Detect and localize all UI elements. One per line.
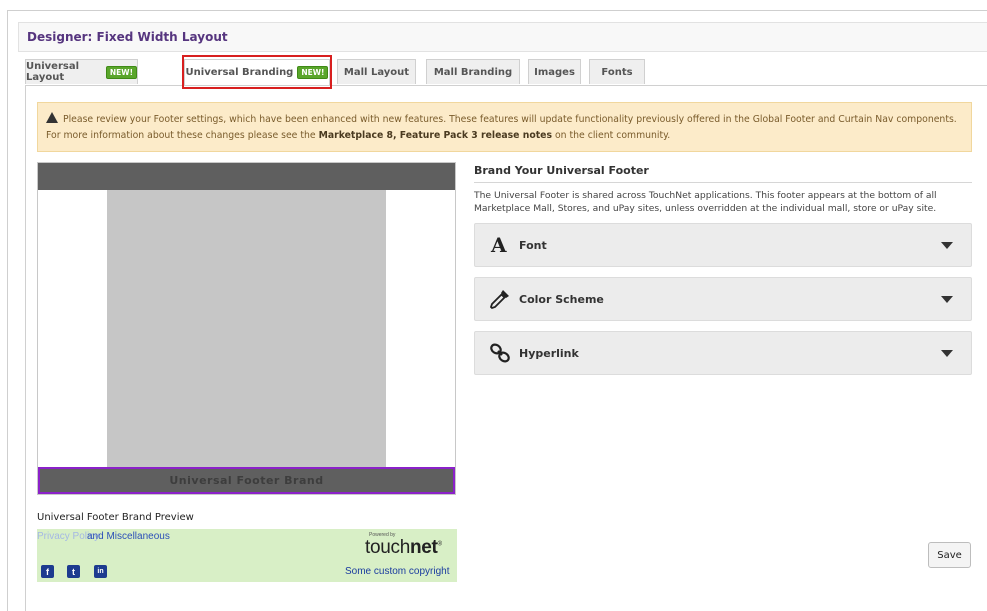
chevron-down-icon [941,350,953,357]
logo-part-net: net [409,537,438,558]
page-title: Designer: Fixed Width Layout [27,30,228,44]
footer-settings-alert: Please review your Footer settings, whic… [37,102,972,152]
designer-header: Designer: Fixed Width Layout [18,22,987,52]
logo-part-touch: touch [365,537,410,558]
tab-fonts[interactable]: Fonts [589,59,645,84]
tab-mall-layout[interactable]: Mall Layout [337,59,416,84]
touchnet-logo: touchnet® [365,537,442,559]
release-notes-link[interactable]: Marketplace 8, Feature Pack 3 release no… [319,130,552,141]
color-scheme-section-toggle[interactable]: Color Scheme [474,277,972,321]
linkedin-icon[interactable]: in [94,565,107,578]
chevron-down-icon [941,296,953,303]
font-icon: A [487,235,513,255]
section-label: Hyperlink [519,346,579,360]
frame-border-top [7,10,987,11]
preview-header-bar [38,163,455,190]
save-button[interactable]: Save [928,542,971,568]
hyperlink-section-toggle[interactable]: Hyperlink [474,331,972,375]
universal-footer-brand-region[interactable]: Universal Footer Brand [38,467,455,494]
eyedropper-icon [487,288,513,310]
footer-preview-caption: Universal Footer Brand Preview [37,512,194,523]
title-divider [474,182,972,183]
new-badge: NEW! [105,65,137,79]
link-icon [487,342,513,364]
active-tab-highlight [182,55,332,89]
tab-label: Mall Layout [343,66,410,78]
designer-frame: Designer: Fixed Width Layout Universal L… [0,0,987,611]
layout-preview: Universal Footer Brand [37,162,456,495]
tab-label: Images [534,66,575,78]
miscellaneous-link[interactable]: and Miscellaneous [87,531,170,542]
preview-body-area [107,190,386,467]
frame-border-left [7,10,8,611]
tab-label: Fonts [601,66,633,78]
svg-text:A: A [490,235,507,255]
footer-region-label: Universal Footer Brand [169,474,324,487]
brand-panel-description: The Universal Footer is shared across To… [474,190,937,214]
tab-images[interactable]: Images [528,59,581,84]
tab-label: Mall Branding [433,66,513,78]
custom-copyright: Some custom copyright [345,566,450,577]
logo-registered-mark: ® [437,541,442,548]
facebook-icon[interactable]: f [41,565,54,578]
tab-mall-branding[interactable]: Mall Branding [426,59,520,84]
section-label: Font [519,238,547,252]
section-label: Color Scheme [519,292,604,306]
warning-icon [46,112,58,123]
alert-text-end: on the client community. [552,130,671,141]
tab-label: Universal Layout [26,61,80,83]
footer-brand-preview: Privacy Policy and Miscellaneous Powered… [37,529,457,582]
font-section-toggle[interactable]: A Font [474,223,972,267]
tab-universal-layout[interactable]: Universal Layout NEW! [25,59,138,84]
brand-panel-title: Brand Your Universal Footer [474,164,649,177]
chevron-down-icon [941,242,953,249]
twitter-icon[interactable]: t [67,565,80,578]
